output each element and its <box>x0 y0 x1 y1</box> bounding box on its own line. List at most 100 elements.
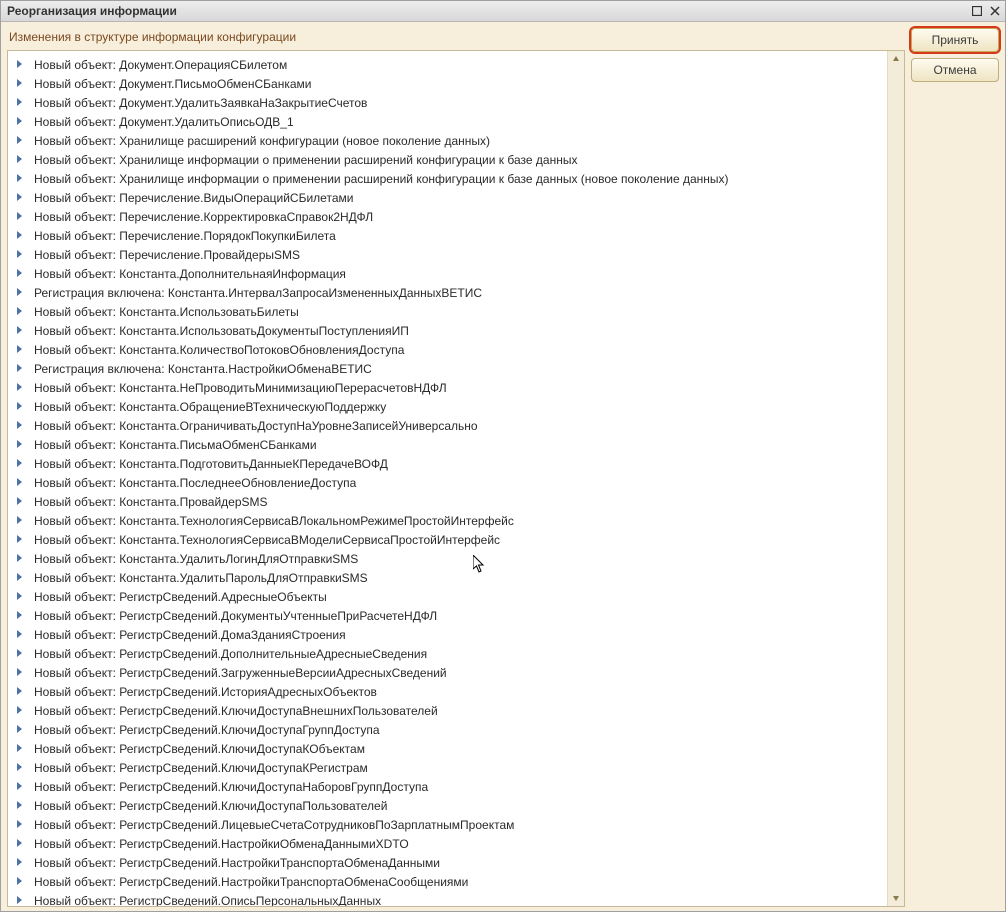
list-item[interactable]: Новый объект: Документ.УдалитьОписьОДВ_1 <box>8 112 887 131</box>
expand-arrow-icon[interactable] <box>16 896 26 906</box>
list-item[interactable]: Новый объект: РегистрСведений.КлючиДосту… <box>8 720 887 739</box>
expand-arrow-icon[interactable] <box>16 136 26 146</box>
expand-arrow-icon[interactable] <box>16 478 26 488</box>
list-item[interactable]: Новый объект: РегистрСведений.НастройкиО… <box>8 834 887 853</box>
expand-arrow-icon[interactable] <box>16 687 26 697</box>
expand-arrow-icon[interactable] <box>16 725 26 735</box>
expand-arrow-icon[interactable] <box>16 155 26 165</box>
expand-arrow-icon[interactable] <box>16 60 26 70</box>
expand-arrow-icon[interactable] <box>16 345 26 355</box>
list-item[interactable]: Новый объект: Константа.ПоследнееОбновле… <box>8 473 887 492</box>
list-item-label: Новый объект: Константа.НеПроводитьМиним… <box>34 381 447 395</box>
expand-arrow-icon[interactable] <box>16 212 26 222</box>
list-item[interactable]: Новый объект: РегистрСведений.Загруженны… <box>8 663 887 682</box>
scroll-down-arrow[interactable] <box>888 890 904 906</box>
list-item[interactable]: Новый объект: Документ.ПисьмоОбменСБанка… <box>8 74 887 93</box>
expand-arrow-icon[interactable] <box>16 839 26 849</box>
list-item[interactable]: Новый объект: Константа.НеПроводитьМиним… <box>8 378 887 397</box>
expand-arrow-icon[interactable] <box>16 79 26 89</box>
close-button[interactable] <box>987 3 1003 19</box>
expand-arrow-icon[interactable] <box>16 98 26 108</box>
expand-arrow-icon[interactable] <box>16 250 26 260</box>
list-item[interactable]: Новый объект: Документ.УдалитьЗаявкаНаЗа… <box>8 93 887 112</box>
list-item[interactable]: Новый объект: РегистрСведений.ОписьПерсо… <box>8 891 887 906</box>
list-item[interactable]: Новый объект: РегистрСведений.КлючиДосту… <box>8 777 887 796</box>
list-item[interactable]: Новый объект: Константа.ПодготовитьДанны… <box>8 454 887 473</box>
list-item[interactable]: Новый объект: Константа.КоличествоПотоко… <box>8 340 887 359</box>
list-item[interactable]: Новый объект: РегистрСведений.АдресныеОб… <box>8 587 887 606</box>
list-item[interactable]: Новый объект: РегистрСведений.КлючиДосту… <box>8 701 887 720</box>
expand-arrow-icon[interactable] <box>16 364 26 374</box>
list-item[interactable]: Новый объект: Константа.ПровайдерSMS <box>8 492 887 511</box>
list-item[interactable]: Новый объект: Константа.ОграничиватьДост… <box>8 416 887 435</box>
list-item[interactable]: Регистрация включена: Константа.Интервал… <box>8 283 887 302</box>
expand-arrow-icon[interactable] <box>16 459 26 469</box>
expand-arrow-icon[interactable] <box>16 307 26 317</box>
expand-arrow-icon[interactable] <box>16 231 26 241</box>
expand-arrow-icon[interactable] <box>16 706 26 716</box>
expand-arrow-icon[interactable] <box>16 193 26 203</box>
list-item[interactable]: Новый объект: РегистрСведений.НастройкиТ… <box>8 853 887 872</box>
list-item[interactable]: Новый объект: Константа.ПисьмаОбменСБанк… <box>8 435 887 454</box>
list-item[interactable]: Новый объект: Хранилище расширений конфи… <box>8 131 887 150</box>
expand-arrow-icon[interactable] <box>16 858 26 868</box>
expand-arrow-icon[interactable] <box>16 421 26 431</box>
list-item[interactable]: Новый объект: РегистрСведений.ИсторияАдр… <box>8 682 887 701</box>
list-item[interactable]: Новый объект: Константа.УдалитьПарольДля… <box>8 568 887 587</box>
expand-arrow-icon[interactable] <box>16 877 26 887</box>
list-item[interactable]: Новый объект: Константа.ИспользоватьБиле… <box>8 302 887 321</box>
scroll-up-arrow[interactable] <box>888 51 904 67</box>
list-item[interactable]: Новый объект: РегистрСведений.КлючиДосту… <box>8 796 887 815</box>
expand-arrow-icon[interactable] <box>16 554 26 564</box>
list-item[interactable]: Новый объект: Константа.УдалитьЛогинДляО… <box>8 549 887 568</box>
expand-arrow-icon[interactable] <box>16 744 26 754</box>
expand-arrow-icon[interactable] <box>16 668 26 678</box>
accept-button[interactable]: Принять <box>911 28 999 52</box>
expand-arrow-icon[interactable] <box>16 630 26 640</box>
expand-arrow-icon[interactable] <box>16 497 26 507</box>
expand-arrow-icon[interactable] <box>16 573 26 583</box>
expand-arrow-icon[interactable] <box>16 402 26 412</box>
vertical-scrollbar[interactable] <box>887 51 904 906</box>
list-item[interactable]: Новый объект: Перечисление.ПровайдерыSMS <box>8 245 887 264</box>
expand-arrow-icon[interactable] <box>16 440 26 450</box>
expand-arrow-icon[interactable] <box>16 820 26 830</box>
list-item[interactable]: Новый объект: Перечисление.ПорядокПокупк… <box>8 226 887 245</box>
list-item[interactable]: Новый объект: Константа.ОбращениеВТехнич… <box>8 397 887 416</box>
cancel-button[interactable]: Отмена <box>911 58 999 82</box>
list-item[interactable]: Новый объект: РегистрСведений.НастройкиТ… <box>8 872 887 891</box>
list-item[interactable]: Новый объект: РегистрСведений.Дополнител… <box>8 644 887 663</box>
expand-arrow-icon[interactable] <box>16 592 26 602</box>
expand-arrow-icon[interactable] <box>16 763 26 773</box>
list-item[interactable]: Новый объект: РегистрСведений.КлючиДосту… <box>8 758 887 777</box>
list-item[interactable]: Новый объект: Хранилище информации о при… <box>8 150 887 169</box>
expand-arrow-icon[interactable] <box>16 649 26 659</box>
expand-arrow-icon[interactable] <box>16 383 26 393</box>
expand-arrow-icon[interactable] <box>16 535 26 545</box>
list-item[interactable]: Новый объект: РегистрСведений.ЛицевыеСче… <box>8 815 887 834</box>
list-item[interactable]: Регистрация включена: Константа.Настройк… <box>8 359 887 378</box>
list-item-label: Новый объект: Константа.УдалитьПарольДля… <box>34 571 368 585</box>
list-item[interactable]: Новый объект: РегистрСведений.ДокументыУ… <box>8 606 887 625</box>
list-item[interactable]: Новый объект: РегистрСведений.КлючиДосту… <box>8 739 887 758</box>
list-item[interactable]: Новый объект: Перечисление.ВидыОперацийС… <box>8 188 887 207</box>
expand-arrow-icon[interactable] <box>16 326 26 336</box>
expand-arrow-icon[interactable] <box>16 611 26 621</box>
list-item[interactable]: Новый объект: Документ.ОперацияСБилетом <box>8 55 887 74</box>
expand-arrow-icon[interactable] <box>16 117 26 127</box>
expand-arrow-icon[interactable] <box>16 516 26 526</box>
list-item[interactable]: Новый объект: Константа.ИспользоватьДоку… <box>8 321 887 340</box>
expand-arrow-icon[interactable] <box>16 782 26 792</box>
list-item[interactable]: Новый объект: Константа.ТехнологияСервис… <box>8 530 887 549</box>
list-item[interactable]: Новый объект: Перечисление.Корректировка… <box>8 207 887 226</box>
list-item[interactable]: Новый объект: РегистрСведений.ДомаЗдания… <box>8 625 887 644</box>
maximize-button[interactable] <box>969 3 985 19</box>
expand-arrow-icon[interactable] <box>16 269 26 279</box>
list-item[interactable]: Новый объект: Хранилище информации о при… <box>8 169 887 188</box>
list-item[interactable]: Новый объект: Константа.ДополнительнаяИн… <box>8 264 887 283</box>
list-item-label: Новый объект: РегистрСведений.КлючиДосту… <box>34 704 438 718</box>
expand-arrow-icon[interactable] <box>16 801 26 811</box>
expand-arrow-icon[interactable] <box>16 288 26 298</box>
expand-arrow-icon[interactable] <box>16 174 26 184</box>
list-item[interactable]: Новый объект: Константа.ТехнологияСервис… <box>8 511 887 530</box>
